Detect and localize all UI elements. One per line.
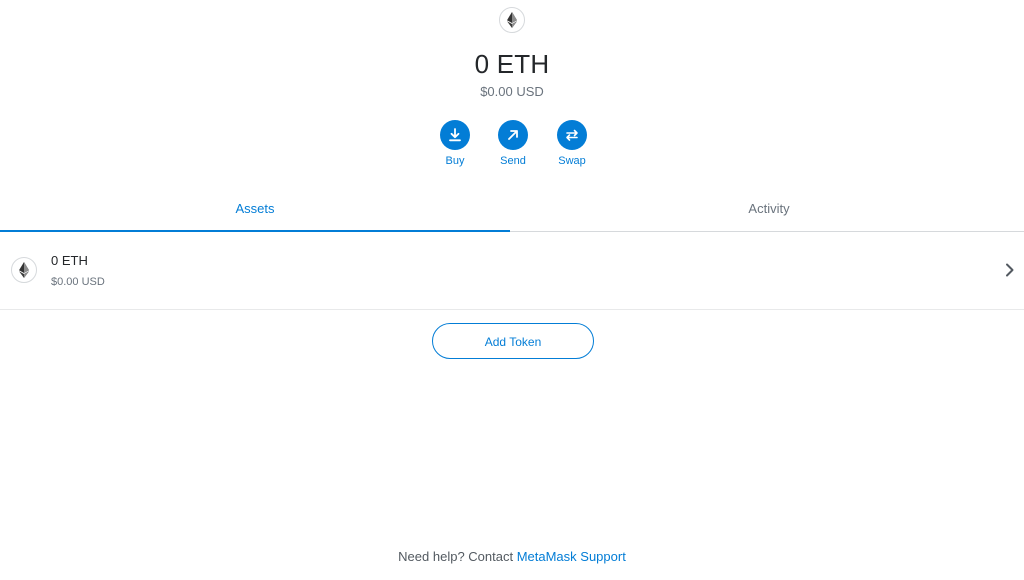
send-label: Send — [500, 155, 526, 167]
buy-button[interactable]: Buy — [425, 120, 485, 168]
wallet-overview-page: 0 ETH $0.00 USD Buy Send Swap Assets Act… — [0, 0, 1024, 580]
asset-list-item-eth[interactable]: 0 ETH $0.00 USD — [0, 232, 1024, 310]
ethereum-icon — [499, 7, 525, 33]
help-footer: Need help? Contact MetaMask Support — [0, 549, 1024, 565]
fiat-balance: $0.00 USD — [480, 84, 544, 99]
asset-fiat-value: $0.00 USD — [51, 276, 105, 288]
eth-balance: 0 ETH — [474, 49, 550, 79]
swap-icon — [557, 120, 587, 150]
asset-amount: 0 ETH — [51, 253, 88, 268]
swap-button[interactable]: Swap — [542, 120, 602, 168]
arrow-up-right-icon — [498, 120, 528, 150]
add-token-button[interactable]: Add Token — [432, 323, 594, 359]
download-icon — [440, 120, 470, 150]
ethereum-glyph-icon — [507, 12, 517, 28]
metamask-support-link[interactable]: MetaMask Support — [517, 549, 626, 564]
send-button[interactable]: Send — [483, 120, 543, 168]
chevron-right-icon — [1006, 263, 1014, 277]
help-text: Need help? Contact — [398, 549, 517, 564]
wallet-actions: Buy Send Swap — [0, 120, 1024, 170]
buy-label: Buy — [445, 155, 465, 167]
tab-assets[interactable]: Assets — [0, 190, 510, 232]
tab-bar: Assets Activity — [0, 190, 1024, 232]
tab-activity[interactable]: Activity — [514, 190, 1024, 232]
ethereum-icon — [11, 257, 37, 283]
swap-label: Swap — [558, 155, 586, 167]
